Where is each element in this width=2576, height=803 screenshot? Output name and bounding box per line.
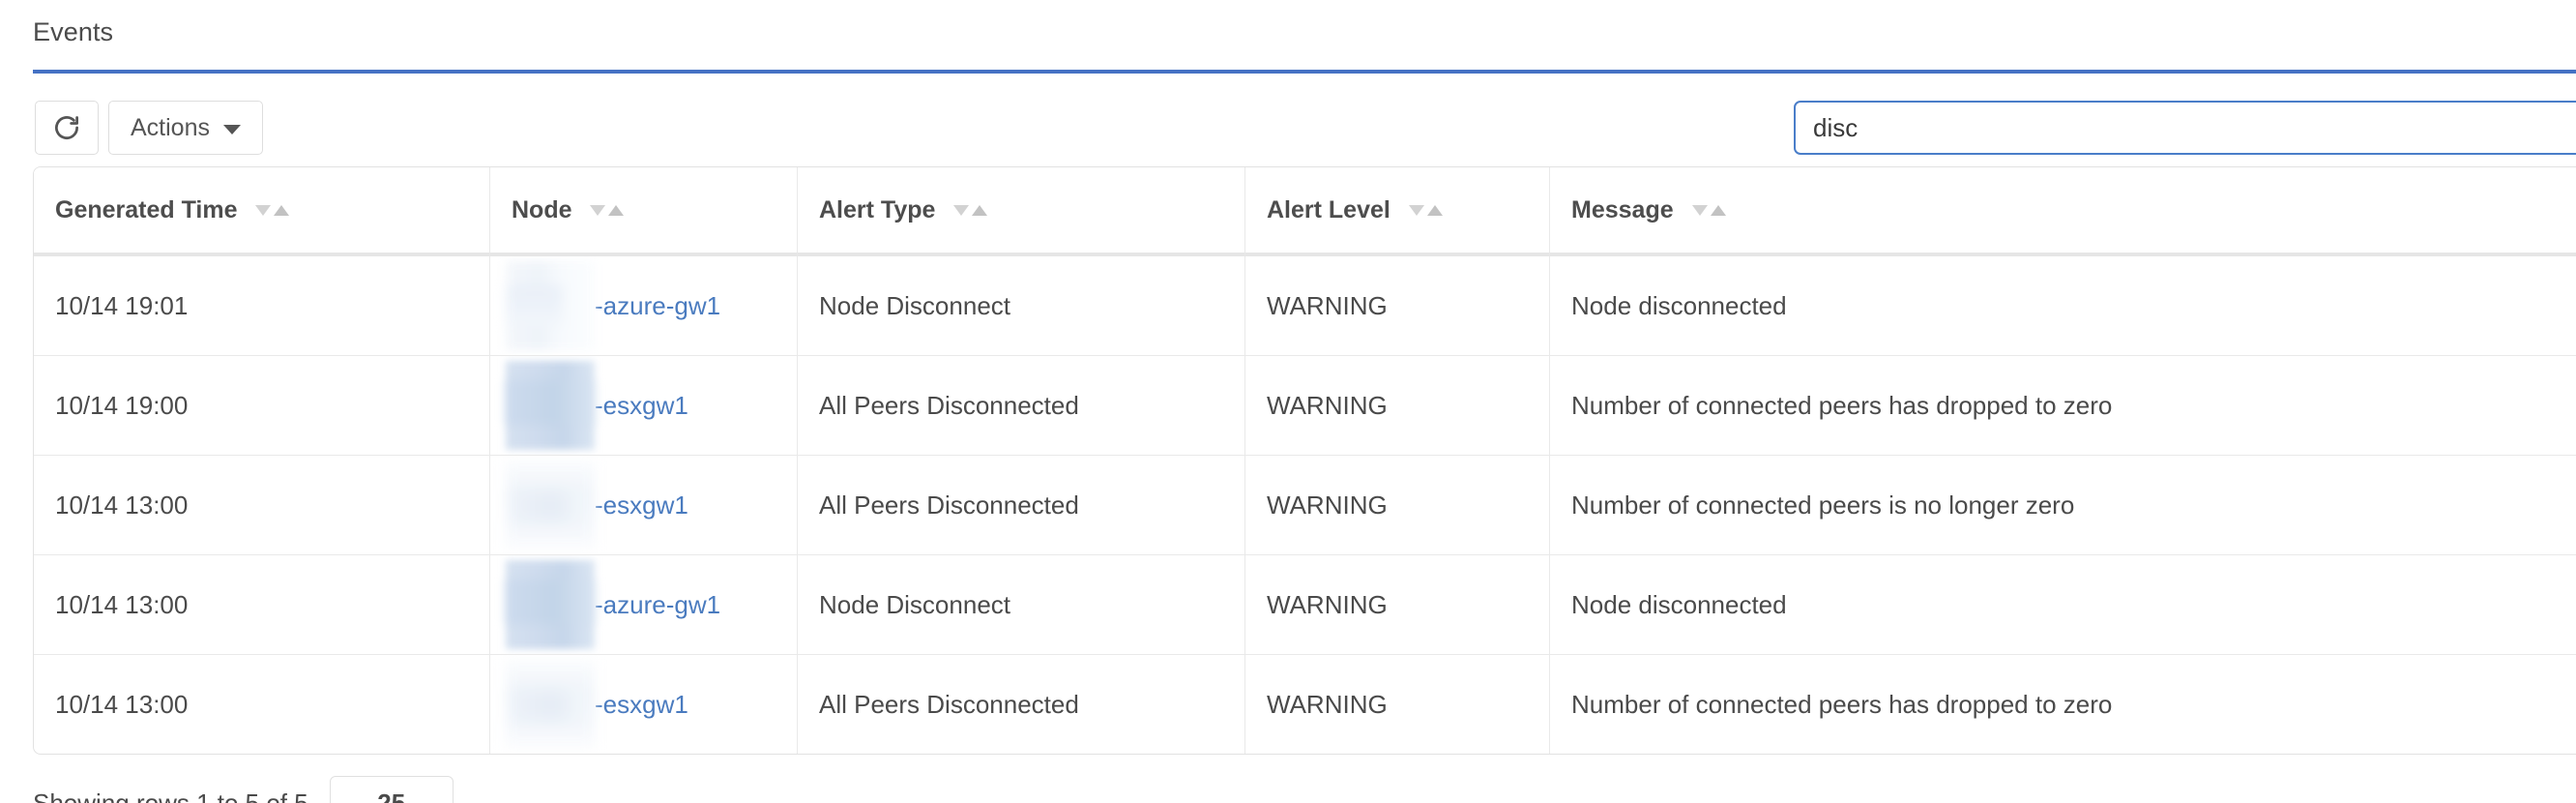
cell-generated-time: 10/14 19:00 [34,356,490,456]
refresh-icon [52,113,81,142]
cell-node: -esxgw1 [490,456,798,555]
cell-alert-type: Node Disconnect [798,555,1245,655]
cell-alert-type: All Peers Disconnected [798,456,1245,555]
cell-alert-level: WARNING [1245,655,1550,754]
redacted-node-prefix [506,361,595,450]
events-panel: Events Actions disc Generated Time Node … [0,0,2576,803]
sort-toggle-icon[interactable] [590,204,625,216]
table-body: 10/14 19:01 -azure-gw1 Node Disconnect WARN… [34,256,2576,754]
showing-rows-text: Showing rows 1 to 5 of 5 [33,788,308,803]
sort-toggle-icon[interactable] [255,204,290,216]
cell-node: -azure-gw1 [490,555,798,655]
cell-generated-time: 10/14 13:00 [34,555,490,655]
title-underline [33,70,2576,74]
cell-message: Number of connected peers is no longer z… [1550,456,2576,555]
column-header-node[interactable]: Node [490,167,798,256]
node-cell-content: -azure-gw1 [506,256,797,355]
sort-ascending-icon [274,204,290,216]
cell-message: Node disconnected [1550,256,2576,356]
sort-toggle-icon[interactable] [1408,204,1443,216]
sort-ascending-icon [608,204,625,216]
node-cell-content: -esxgw1 [506,356,797,455]
cell-alert-type: All Peers Disconnected [798,655,1245,754]
sort-toggle-icon[interactable] [953,204,988,216]
page-title: Events [33,17,114,46]
cell-message: Number of connected peers has dropped to… [1550,356,2576,456]
caret-down-icon [222,124,241,134]
table-row: 10/14 13:00 -esxgw1 All Peers Disconnected… [34,456,2576,555]
page-size-select[interactable]: 25 [329,776,454,803]
cell-node: -esxgw1 [490,356,798,456]
toolbar-button-group: Actions [35,101,263,155]
cell-generated-time: 10/14 13:00 [34,456,490,555]
column-header-alert-type[interactable]: Alert Type [798,167,1245,256]
cell-node: -azure-gw1 [490,256,798,356]
node-link[interactable]: -esxgw1 [595,491,688,520]
redacted-node-prefix [506,560,595,649]
table-footer: Showing rows 1 to 5 of 5 25 [33,774,1193,803]
node-cell-content: -esxgw1 [506,655,797,754]
redacted-node-prefix [506,461,595,550]
table-row: 10/14 19:00 -esxgw1 All Peers Disconnected… [34,356,2576,456]
panel-header: Events [0,0,2576,77]
table-row: 10/14 19:01 -azure-gw1 Node Disconnect WARN… [34,256,2576,356]
sort-descending-icon [1408,204,1424,216]
node-link[interactable]: -azure-gw1 [595,291,720,321]
node-cell-content: -azure-gw1 [506,555,797,654]
cell-alert-level: WARNING [1245,356,1550,456]
search-input[interactable] [1794,101,2576,155]
sort-descending-icon [255,204,272,216]
column-label: Generated Time [55,195,238,223]
column-label: Alert Type [819,195,936,223]
events-table-container: Generated Time Node Alert Type Alert Lev… [33,166,2576,755]
search-container [1794,101,2576,155]
cell-alert-level: WARNING [1245,256,1550,356]
refresh-button[interactable] [35,101,99,155]
column-label: Alert Level [1267,195,1390,223]
sort-ascending-icon [1426,204,1443,216]
cell-alert-level: WARNING [1245,456,1550,555]
cell-alert-level: WARNING [1245,555,1550,655]
column-header-generated-time[interactable]: Generated Time [34,167,490,256]
cell-message: Number of connected peers has dropped to… [1571,689,2113,719]
actions-label: Actions [131,113,210,141]
node-link[interactable]: -esxgw1 [595,690,688,720]
table-toolbar: Actions [0,93,2576,155]
cell-node: -esxgw1 [490,655,798,754]
sort-toggle-icon[interactable] [1691,204,1726,216]
cell-alert-type: All Peers Disconnected [798,356,1245,456]
cell-alert-type: Node Disconnect [798,256,1245,356]
node-link[interactable]: -esxgw1 [595,391,688,421]
table-row: 10/14 13:00 -esxgw1 All Peers Disconnected… [34,655,2576,754]
column-header-message[interactable]: Message [1550,167,2576,256]
events-table: Generated Time Node Alert Type Alert Lev… [33,166,2576,755]
redacted-node-prefix [506,660,595,749]
table-header-row: Generated Time Node Alert Type Alert Lev… [34,167,2576,256]
cell-generated-time: 10/14 13:00 [34,655,490,754]
sort-ascending-icon [1710,204,1726,216]
column-header-alert-level[interactable]: Alert Level [1245,167,1550,256]
node-cell-content: -esxgw1 [506,456,797,554]
sort-descending-icon [590,204,606,216]
column-label: Message [1571,195,1674,223]
sort-descending-icon [953,204,970,216]
redacted-node-prefix [506,261,595,350]
cell-message: Node disconnected [1550,555,2576,655]
table-header: Generated Time Node Alert Type Alert Lev… [34,167,2576,256]
column-label: Node [512,195,572,223]
table-row: 10/14 13:00 -azure-gw1 Node Disconnect WARN… [34,555,2576,655]
node-link[interactable]: -azure-gw1 [595,590,720,620]
cell-generated-time: 10/14 19:01 [34,256,490,356]
sort-ascending-icon [972,204,988,216]
sort-descending-icon [1691,204,1708,216]
actions-dropdown-button[interactable]: Actions [108,101,263,155]
